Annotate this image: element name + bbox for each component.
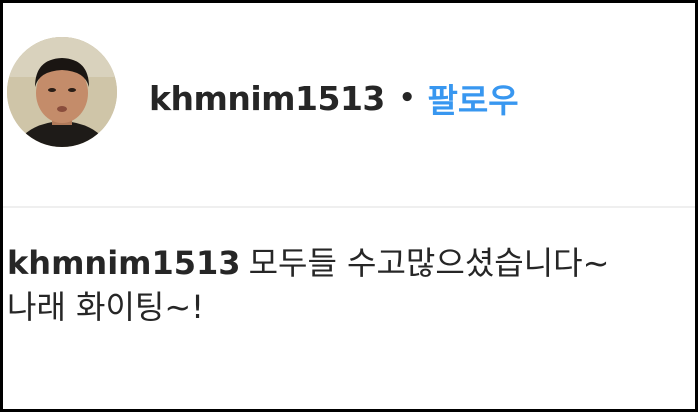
divider [3,206,695,208]
username-link[interactable]: khmnim1513 [149,79,385,118]
comment-line-1: khmnim1513 모두들 수고많으셨습니다~ [7,244,609,282]
comment-username-link[interactable]: khmnim1513 [7,244,241,282]
avatar-icon [7,37,117,147]
follow-button[interactable]: 팔로우 [428,74,519,122]
avatar[interactable] [7,37,117,147]
comment: khmnim1513 모두들 수고많으셨습니다~ 나래 화이팅~! [7,241,695,329]
comment-text-line-2: 나래 화이팅~! [7,288,205,326]
separator-dot: • [398,83,416,113]
header-text-row: khmnim1513 • 팔로우 [149,73,519,123]
comment-text-line-1: 모두들 수고많으셨습니다~ [248,244,610,282]
post-header: khmnim1513 • 팔로우 [3,3,695,206]
screenshot-frame: khmnim1513 • 팔로우 khmnim1513 모두들 수고많으셨습니다~… [0,0,698,412]
